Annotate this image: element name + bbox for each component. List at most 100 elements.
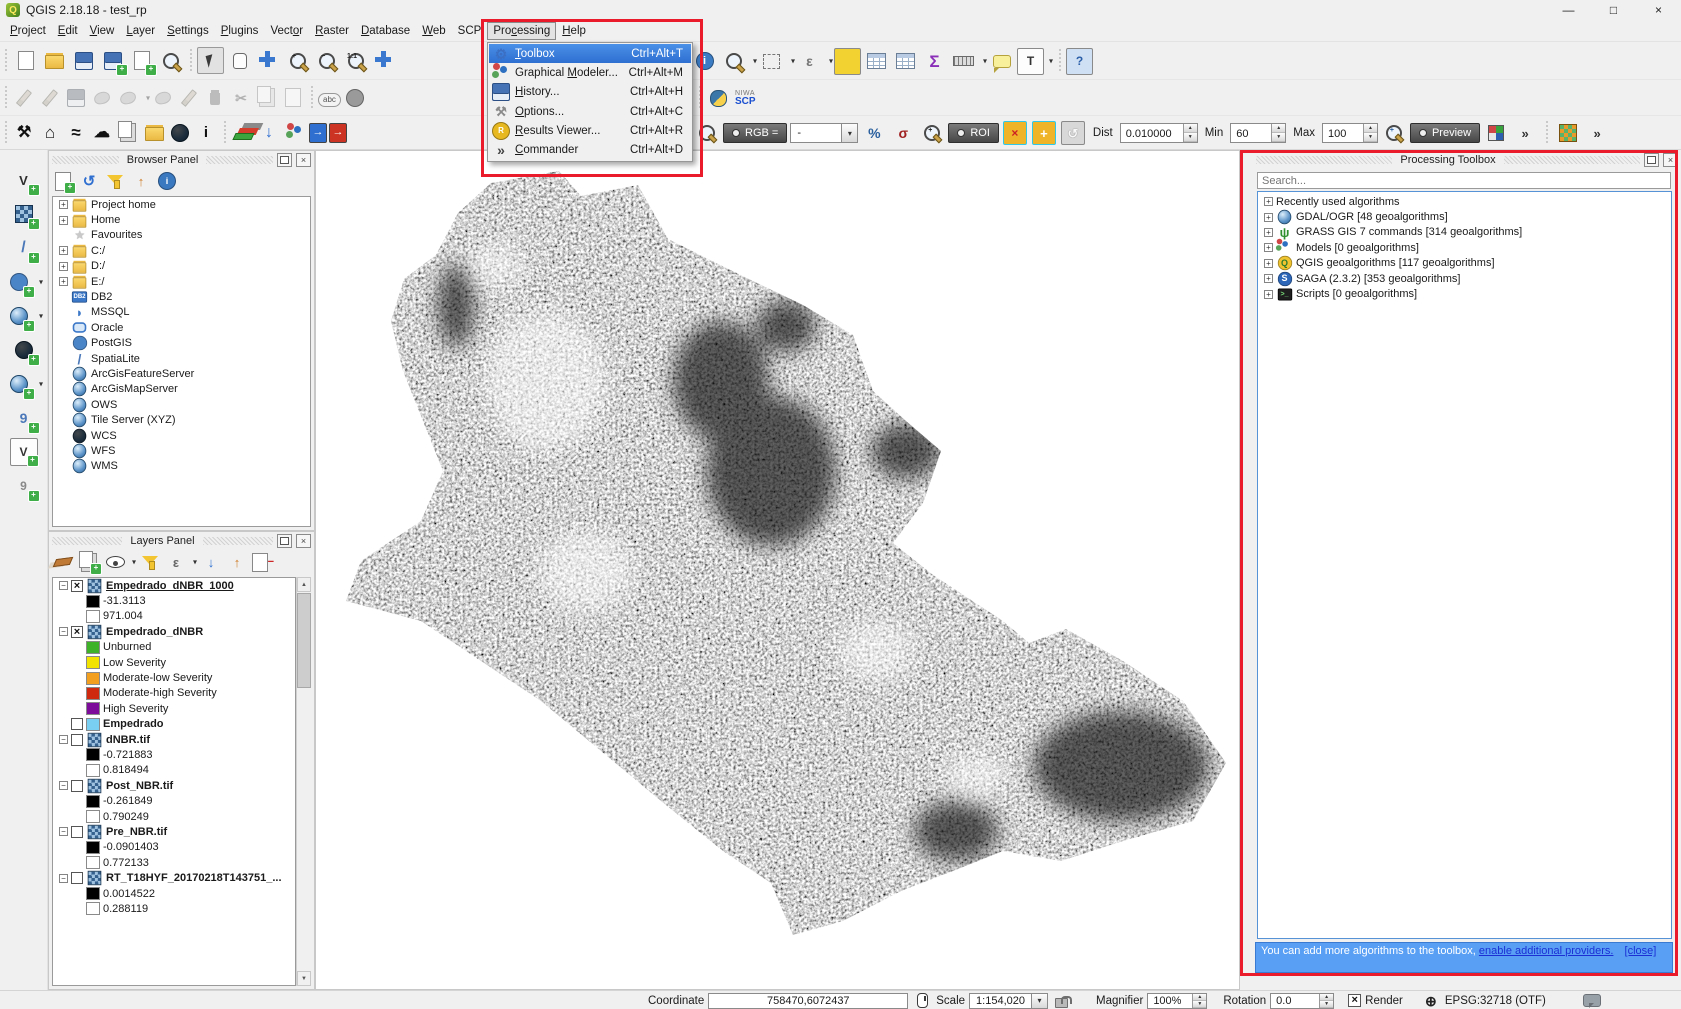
layer-row-empedrado-dnbr[interactable]: −×Empedrado_dNBR [53,624,295,639]
scrollbar-thumb[interactable] [297,593,311,688]
expander-icon[interactable]: − [59,874,68,883]
help-contents-icon[interactable]: ? [1066,48,1093,75]
menu-processing[interactable]: Processing [487,22,556,40]
browser-item-mssql[interactable]: ◗MSSQL [53,305,310,320]
expander-icon[interactable]: − [59,735,68,744]
add-wms-layer-icon[interactable]: ▾ [5,302,33,330]
add-delimited-text-icon[interactable]: 9 [10,472,38,500]
browser-item-d[interactable]: +D:/ [53,259,310,274]
band-combo[interactable]: - ▾ [790,123,858,143]
processing-search-input[interactable] [1257,172,1671,189]
scp-web-icon[interactable] [168,121,192,145]
expander-icon[interactable]: + [1264,290,1273,299]
layer-styling-icon[interactable] [52,551,74,573]
manage-visibility-icon[interactable]: ▾ [104,551,126,573]
expand-toolbar-icon[interactable]: » [1513,121,1537,145]
menu-item-results-viewer[interactable]: RResults Viewer...Ctrl+Alt+R [489,121,691,140]
preview-zoom-icon[interactable]: + [1382,121,1406,145]
browser-close-icon[interactable]: × [296,153,311,167]
save-project-as-icon[interactable] [99,47,126,74]
scp-download-icon[interactable]: ↓ [257,121,281,145]
dist-spinner[interactable]: 0.010000 ▲▼ [1120,123,1198,143]
scp-postprocessing-icon[interactable] [142,121,166,145]
filter-expression-icon[interactable]: ε▾ [165,551,187,573]
expander-icon[interactable]: − [59,627,68,636]
layer-checkbox[interactable] [71,826,83,838]
redo-roi-icon[interactable]: ↺ [1061,121,1085,145]
algorithm-group-models-0-geoalgorithms[interactable]: +Models [0 geoalgorithms] [1258,240,1671,255]
legend-row-0-818494[interactable]: 0.818494 [53,763,295,778]
scp-show-preview-icon[interactable] [695,121,719,145]
menu-plugins[interactable]: Plugins [215,22,265,40]
layer-row-empedrado[interactable]: Empedrado [53,717,295,732]
labeling-icon[interactable]: abc [318,93,341,107]
legend-row-31-3113[interactable]: -31.3113 [53,593,295,608]
scp-download-images-icon[interactable]: ☁ [90,121,114,145]
browser-item-project-home[interactable]: +Project home [53,197,310,212]
scp-tools-icon[interactable]: ⚒ [12,121,36,145]
save-project-icon[interactable] [70,47,97,74]
magnifier-up-icon[interactable]: ▲ [1193,994,1206,1001]
select-by-expression-icon[interactable]: ▾ [720,48,747,75]
sigma-stretch-icon[interactable]: σ [891,121,915,145]
add-wcs-layer-icon[interactable] [10,336,38,364]
close-message-link[interactable]: [close] [1625,945,1657,957]
browser-item-arcgismapserver[interactable]: ArcGisMapServer [53,382,310,397]
text-annotation-icon-arrow[interactable]: ▾ [1049,57,1053,66]
layers-scrollbar[interactable]: ▲ ▼ [296,577,311,986]
collapse-all-layers-icon[interactable]: ↑ [226,551,248,573]
roi-x-icon[interactable]: × [1003,121,1027,145]
close-icon[interactable]: × [1636,0,1681,20]
scale-combo-arrow-icon[interactable]: ▾ [1031,994,1047,1008]
zoom-in-icon[interactable]: + [284,47,311,74]
remove-layer-icon[interactable]: − [252,551,274,573]
percent-stretch-icon[interactable]: % [862,121,886,145]
add-group-icon[interactable] [78,551,100,573]
browser-item-home[interactable]: +Home [53,212,310,227]
field-calculator-icon[interactable] [892,48,919,75]
add-vector-layer-icon[interactable]: V [10,166,38,194]
magnifier-spinner[interactable]: 100% ▲▼ [1147,993,1207,1009]
band-combo-arrow-icon[interactable]: ▾ [841,124,857,142]
max-down-icon[interactable]: ▼ [1364,133,1377,142]
roi-plus-icon[interactable]: + [1032,121,1056,145]
layer-row-pre-nbr-tif[interactable]: −Pre_NBR.tif [53,824,295,839]
menu-item-history[interactable]: History...Ctrl+Alt+H [489,83,691,102]
filter-legend-icon[interactable] [139,551,161,573]
scp-working-toolbar-icon[interactable] [1556,121,1580,145]
pan-to-selection-icon[interactable] [255,47,282,74]
measure-icon[interactable]: ▾ [950,48,977,75]
composer-manager-icon[interactable] [157,47,184,74]
layer-checkbox[interactable] [71,780,83,792]
maximize-icon[interactable]: □ [1591,0,1636,20]
new-shapefile-layer-icon[interactable]: V [10,438,38,466]
manage-visibility-icon-arrow[interactable]: ▾ [132,558,136,567]
menu-vector[interactable]: Vector [264,22,309,40]
zoom-out-icon[interactable]: − [313,47,340,74]
scp-cluster-icon[interactable] [283,121,307,145]
browser-item-wcs[interactable]: WCS [53,428,310,443]
scale-combo[interactable]: 1:154,020 ▾ [969,993,1048,1009]
select-features-icon[interactable]: ▾ [758,48,785,75]
scroll-down-icon[interactable]: ▼ [297,971,311,986]
browser-item-db2[interactable]: DB2DB2 [53,289,310,304]
max-up-icon[interactable]: ▲ [1364,124,1377,133]
legend-row-high-severity[interactable]: High Severity [53,701,295,716]
filter-browser-icon[interactable] [104,170,126,192]
rotation-down-icon[interactable]: ▼ [1320,1001,1333,1008]
measure-icon-arrow[interactable]: ▾ [983,57,987,66]
algorithm-group-recently-used-algorithms[interactable]: +Recently used algorithms [1258,194,1671,209]
layer-checkbox[interactable]: × [71,580,83,592]
expander-icon[interactable]: − [59,781,68,790]
rgb-composite-icon[interactable] [1484,121,1508,145]
legend-row-971-004[interactable]: 971.004 [53,609,295,624]
layer-checkbox[interactable] [71,872,83,884]
collapse-all-browser-icon[interactable]: ↑ [130,170,152,192]
dist-down-icon[interactable]: ▼ [1184,133,1197,142]
browser-item-favourites[interactable]: Favourites [53,228,310,243]
render-checkbox[interactable]: × [1348,994,1361,1007]
zoom-to-roi-icon[interactable]: + [920,121,944,145]
expand-all-icon[interactable]: ↓ [200,551,222,573]
expander-icon[interactable]: + [59,262,68,271]
menu-view[interactable]: View [84,22,121,40]
